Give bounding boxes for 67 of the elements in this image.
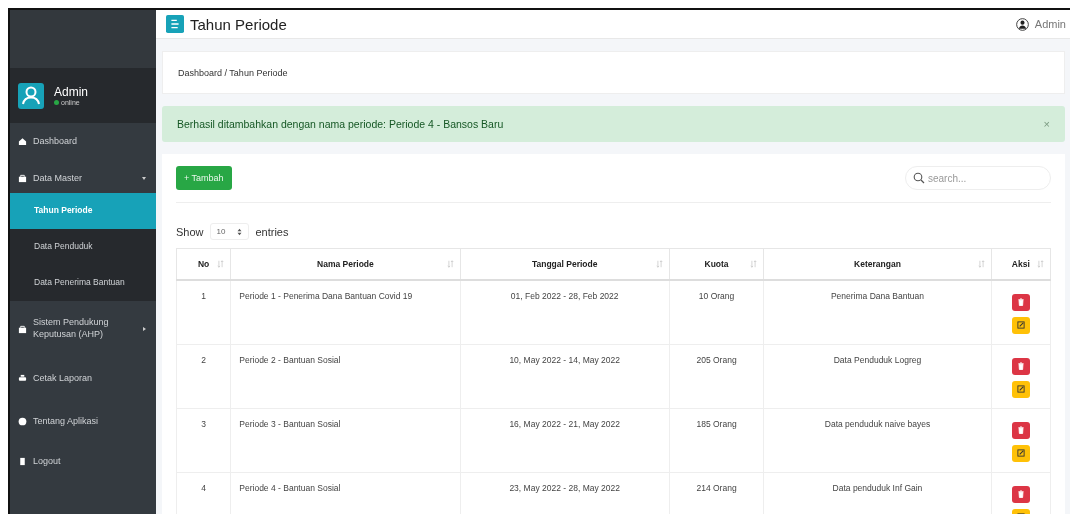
table-cell: Periode 2 - Bantuan Sosial bbox=[239, 354, 341, 365]
table-cell: 2 bbox=[201, 354, 206, 365]
edit-icon bbox=[1016, 321, 1025, 329]
table-cell: Penerima Dana Bantuan bbox=[830, 290, 924, 301]
edit-button[interactable] bbox=[1011, 380, 1030, 398]
table-cell: 205 Orang bbox=[696, 354, 737, 365]
column-header[interactable]: Nama Periode bbox=[317, 258, 374, 269]
sidebar-item[interactable]: Sistem Pendukung Keputusan (AHP) bbox=[10, 301, 156, 357]
breadcrumb: Dashboard / Tahun Periode bbox=[178, 67, 288, 78]
edit-icon bbox=[1016, 449, 1025, 457]
caret-icon bbox=[143, 327, 146, 331]
column-header[interactable]: Tanggal Periode bbox=[531, 258, 598, 269]
search-field[interactable]: search... bbox=[905, 166, 1051, 190]
sidebar-item[interactable]: Logout bbox=[10, 443, 156, 480]
alert-message: Berhasil ditambahkan dengan nama periode: Periode 4 - Bansos Baru bbox=[177, 118, 504, 130]
trash-icon bbox=[1016, 490, 1025, 498]
table-cell: 4 bbox=[201, 482, 206, 493]
table-cell: 185 Orang bbox=[696, 418, 737, 429]
delete-button[interactable] bbox=[1011, 421, 1030, 439]
edit-icon bbox=[1016, 385, 1025, 393]
sidebar-item[interactable]: Tentang Aplikasi bbox=[10, 400, 156, 443]
table-cell: Periode 1 - Penerima Dana Bantuan Covid 19 bbox=[239, 290, 413, 301]
table-cell: 1 bbox=[201, 290, 206, 301]
entries-select[interactable]: 10 bbox=[209, 223, 250, 240]
table-cell: Data penduduk naive bayes bbox=[824, 418, 931, 429]
column-header[interactable]: Kuota bbox=[704, 258, 729, 269]
table-cell: 10, May 2022 - 14, May 2022 bbox=[509, 354, 620, 365]
delete-button[interactable] bbox=[1011, 293, 1030, 311]
updown-icon bbox=[237, 227, 243, 236]
user-menu-link[interactable]: Admin bbox=[1034, 18, 1066, 30]
edit-button[interactable] bbox=[1011, 444, 1030, 462]
entries-label: entries bbox=[255, 225, 289, 238]
print-icon bbox=[18, 374, 27, 383]
box-icon bbox=[18, 174, 27, 183]
page-title: Tahun Periode bbox=[190, 15, 287, 33]
table-cell: Periode 3 - Bantuan Sosial bbox=[239, 418, 341, 429]
column-header[interactable]: No bbox=[197, 258, 210, 269]
user-icon[interactable] bbox=[1015, 17, 1029, 31]
user-name: Admin bbox=[54, 85, 88, 99]
column-header[interactable]: Keterangan bbox=[854, 258, 901, 269]
table-cell: Periode 4 - Bantuan Sosial bbox=[239, 482, 341, 493]
home-icon bbox=[18, 137, 27, 146]
edit-button[interactable] bbox=[1011, 316, 1030, 334]
user-icon bbox=[18, 82, 44, 109]
delete-button[interactable] bbox=[1011, 485, 1030, 503]
table-cell: 214 Orang bbox=[696, 482, 737, 493]
menu-icon[interactable] bbox=[166, 15, 184, 33]
trash-icon bbox=[1016, 362, 1025, 370]
submenu-item[interactable]: Data Penduduk bbox=[10, 229, 156, 265]
table-cell: 10 Orang bbox=[698, 290, 735, 301]
table-cell: Data Penduduk Logreg bbox=[833, 354, 922, 365]
search-icon bbox=[913, 172, 925, 184]
table-cell: 3 bbox=[201, 418, 206, 429]
table-cell: 23, May 2022 - 28, May 2022 bbox=[509, 482, 620, 493]
caret-icon bbox=[142, 177, 146, 180]
trash-icon bbox=[1016, 298, 1025, 306]
table-cell: 16, May 2022 - 21, May 2022 bbox=[509, 418, 620, 429]
sidebar-item[interactable]: Dashboard bbox=[10, 123, 156, 160]
sidebar-item[interactable]: Cetak Laporan bbox=[10, 357, 156, 400]
table-cell: 01, Feb 2022 - 28, Feb 2022 bbox=[510, 290, 619, 301]
show-label: Show bbox=[176, 225, 204, 238]
box-icon bbox=[18, 324, 27, 334]
trash-icon bbox=[1016, 426, 1025, 434]
delete-button[interactable] bbox=[1011, 357, 1030, 375]
column-header[interactable]: Aksi bbox=[1011, 258, 1030, 269]
submenu-item[interactable]: Data Penerima Bantuan bbox=[10, 265, 156, 301]
table-cell: Data penduduk Inf Gain bbox=[832, 482, 923, 493]
